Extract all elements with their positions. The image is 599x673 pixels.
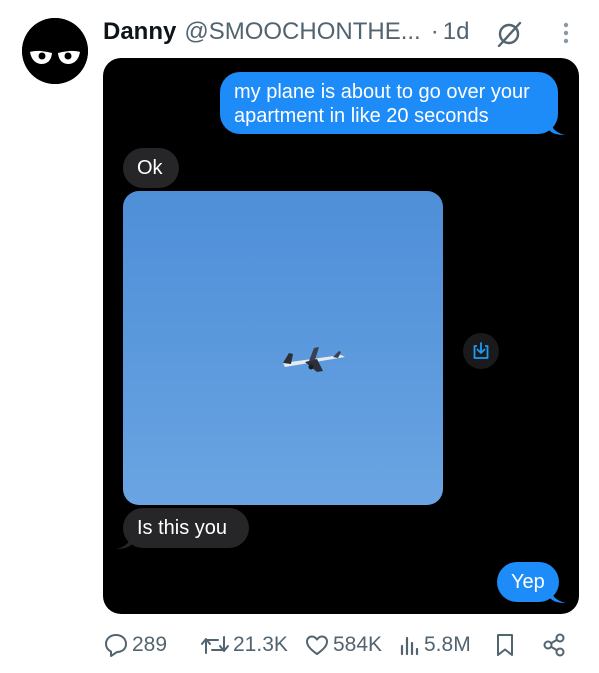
save-image-icon (473, 342, 489, 359)
reply-count: 289 (132, 633, 168, 656)
bookmark-button[interactable] (494, 628, 516, 662)
bubble-tail (549, 118, 565, 135)
repost-button[interactable]: 21.3K (200, 628, 288, 662)
message-received-bubble: Is this you (123, 508, 249, 548)
reply-button[interactable]: 289 (103, 628, 167, 662)
share-button[interactable] (541, 628, 567, 662)
like-icon (306, 635, 328, 655)
bubble-tail (550, 588, 566, 603)
post-actions-bar: 289 21.3K 584K 5.8M (103, 628, 579, 662)
like-button[interactable]: 584K (304, 628, 382, 662)
repost-count: 21.3K (233, 633, 288, 656)
more-icon[interactable] (556, 18, 576, 48)
bubble-tail (116, 534, 132, 549)
avatar[interactable] (22, 18, 88, 84)
views-count: 5.8M (424, 633, 471, 656)
message-text: my plane is about to go over your apartm… (234, 81, 530, 127)
mute-icon[interactable] (495, 19, 523, 47)
post-media-chat-screenshot[interactable]: my plane is about to go over your apartm… (103, 58, 579, 614)
message-sent-bubble: my plane is about to go over your apartm… (220, 72, 558, 134)
airplane-photo (283, 347, 345, 372)
bookmark-icon (497, 634, 513, 656)
views-icon (400, 636, 419, 656)
avatar-face-icon (22, 18, 88, 84)
author-name[interactable]: Danny (103, 18, 176, 46)
separator-dot: · (430, 18, 439, 45)
like-count: 584K (333, 633, 383, 656)
message-text: Is this you (137, 517, 228, 539)
reply-icon (105, 634, 127, 657)
shared-photo[interactable] (123, 191, 443, 505)
message-text: Yep (511, 571, 545, 593)
message-text: Ok (137, 157, 163, 179)
repost-icon (201, 636, 229, 654)
author-handle[interactable]: @SMOOCHONTHE... (184, 18, 420, 46)
views-button[interactable]: 5.8M (399, 628, 471, 662)
message-received-bubble: Ok (123, 148, 179, 188)
post-time[interactable]: 1d (443, 18, 470, 46)
post-header: Danny @SMOOCHONTHE... · 1d (103, 14, 469, 50)
save-image-button[interactable] (463, 333, 499, 369)
share-icon (543, 633, 565, 657)
